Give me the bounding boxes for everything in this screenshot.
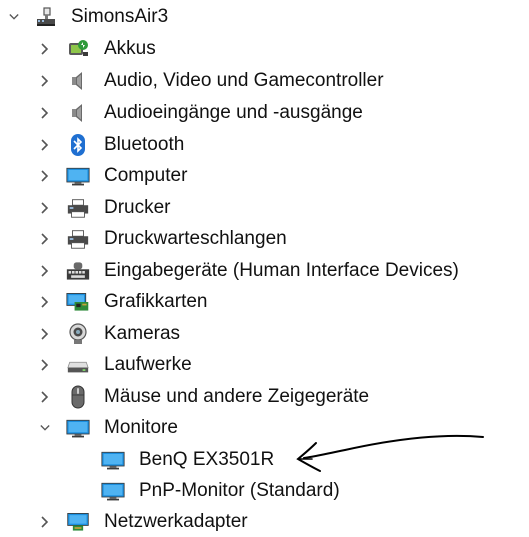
tree-item-monitore[interactable]: Monitore [0,412,529,443]
tree-item-druckwarteschlangen[interactable]: Druckwarteschlangen [0,223,529,254]
tree-item-label: Mäuse und andere Zeigegeräte [104,386,370,407]
tree-item-label: Kameras [104,323,181,344]
tree-root-label: SimonsAir3 [71,6,169,27]
chevron-right-icon[interactable] [40,327,50,340]
tree-item-netzwerkadapter[interactable]: Netzwerkadapter [0,506,529,537]
tree-root[interactable]: SimonsAir3 [0,1,529,32]
chevron-right-icon[interactable] [40,138,50,151]
tree-item-label: BenQ EX3501R [139,449,275,470]
tree-item-monitor-benq[interactable]: BenQ EX3501R [0,444,529,475]
chevron-right-icon[interactable] [40,264,50,277]
computer-network-icon [34,5,58,29]
tree-item-computer[interactable]: Computer [0,160,529,191]
chevron-down-icon[interactable] [9,12,19,22]
tree-item-audio-io[interactable]: Audioeingänge und -ausgänge [0,97,529,128]
tree-item-akkus[interactable]: Akkus [0,33,529,64]
monitor-icon [66,164,90,188]
mouse-icon [66,385,90,409]
tree-item-label: Audio, Video und Gamecontroller [104,70,384,91]
tree-item-kameras[interactable]: Kameras [0,318,529,349]
tree-item-monitor-pnp[interactable]: PnP-Monitor (Standard) [0,475,529,506]
camera-icon [66,322,90,346]
monitor-icon [101,448,125,472]
tree-item-label: Grafikkarten [104,291,208,312]
monitor-icon [66,416,90,440]
tree-item-label: Bluetooth [104,134,185,155]
tree-item-eingabegeraete[interactable]: Eingabegeräte (Human Interface Devices) [0,255,529,286]
chevron-right-icon[interactable] [40,515,50,528]
tree-item-laufwerke[interactable]: Laufwerke [0,349,529,380]
printer-queue-icon [66,227,90,251]
speaker-icon [66,101,90,125]
tree-item-label: Monitore [104,417,178,438]
chevron-right-icon[interactable] [40,358,50,371]
tree-item-label: Akkus [104,38,156,59]
tree-item-label: Laufwerke [104,354,192,375]
tree-item-label: Drucker [104,197,171,218]
tree-item-bluetooth[interactable]: Bluetooth [0,129,529,160]
battery-icon [66,37,90,61]
bluetooth-icon [66,133,90,157]
tree-item-audio-video[interactable]: Audio, Video und Gamecontroller [0,65,529,96]
tree-item-label: Druckwarteschlangen [104,228,287,249]
chevron-right-icon[interactable] [40,42,50,55]
tree-item-grafikkarten[interactable]: Grafikkarten [0,286,529,317]
printer-icon [66,196,90,220]
chevron-right-icon[interactable] [40,74,50,87]
speaker-icon [66,69,90,93]
chevron-right-icon[interactable] [40,390,50,403]
tree-item-label: Computer [104,165,188,186]
network-adapter-icon [66,510,90,534]
chevron-right-icon[interactable] [40,201,50,214]
drive-icon [66,353,90,377]
chevron-right-icon[interactable] [40,106,50,119]
tree-item-label: Eingabegeräte (Human Interface Devices) [104,260,459,281]
chevron-right-icon[interactable] [40,232,50,245]
tree-item-label: Netzwerkadapter [104,511,248,532]
tree-item-label: Audioeingänge und -ausgänge [104,102,363,123]
tree-item-maeuse[interactable]: Mäuse und andere Zeigegeräte [0,381,529,412]
graphics-card-icon [66,290,90,314]
tree-item-drucker[interactable]: Drucker [0,192,529,223]
monitor-icon [101,479,125,503]
keyboard-icon [66,259,90,283]
chevron-right-icon[interactable] [40,169,50,182]
chevron-down-icon[interactable] [40,423,50,433]
tree-item-label: PnP-Monitor (Standard) [139,480,340,501]
device-manager-tree: SimonsAir3 Akkus Audio, Video und Gameco… [0,0,529,537]
chevron-right-icon[interactable] [40,295,50,308]
